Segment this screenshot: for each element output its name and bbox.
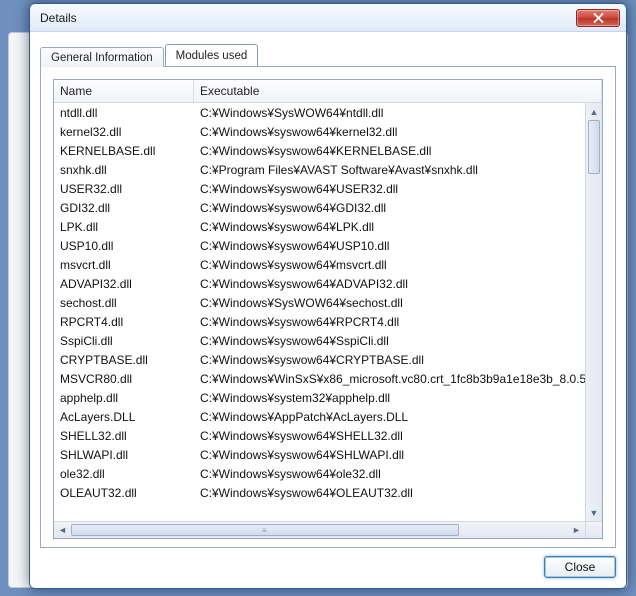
table-row[interactable]: ADVAPI32.dllC:¥Windows¥syswow64¥ADVAPI32… xyxy=(54,274,585,293)
cell-name: kernel32.dll xyxy=(54,125,194,139)
table-row[interactable]: ntdll.dllC:¥Windows¥SysWOW64¥ntdll.dll xyxy=(54,103,585,122)
vscroll-track[interactable] xyxy=(586,120,602,504)
close-button[interactable]: Close xyxy=(544,556,616,578)
cell-executable: C:¥Windows¥syswow64¥kernel32.dll xyxy=(194,125,585,139)
cell-name: OLEAUT32.dll xyxy=(54,486,194,500)
tab-label: Modules used xyxy=(176,50,248,62)
table-row[interactable]: CRYPTBASE.dllC:¥Windows¥syswow64¥CRYPTBA… xyxy=(54,350,585,369)
tab-general-information[interactable]: General Information xyxy=(40,47,164,67)
table-row[interactable]: MSVCR80.dllC:¥Windows¥WinSxS¥x86_microso… xyxy=(54,369,585,388)
cell-name: sechost.dll xyxy=(54,296,194,310)
table-row[interactable]: USER32.dllC:¥Windows¥syswow64¥USER32.dll xyxy=(54,179,585,198)
cell-executable: C:¥Windows¥syswow64¥USER32.dll xyxy=(194,182,585,196)
table-row[interactable]: ole32.dllC:¥Windows¥syswow64¥ole32.dll xyxy=(54,464,585,483)
hscroll-track[interactable]: ≡ xyxy=(71,522,568,538)
cell-executable: C:¥Windows¥syswow64¥msvcrt.dll xyxy=(194,258,585,272)
cell-executable: C:¥Windows¥SysWOW64¥ntdll.dll xyxy=(194,106,585,120)
cell-name: CRYPTBASE.dll xyxy=(54,353,194,367)
details-dialog: Details General Information Modules used… xyxy=(29,3,627,589)
window-title: Details xyxy=(40,11,576,25)
cell-name: SHELL32.dll xyxy=(54,429,194,443)
dialog-footer: Close xyxy=(40,548,616,578)
scroll-down-icon[interactable]: ▼ xyxy=(586,504,602,521)
list-body: ntdll.dllC:¥Windows¥SysWOW64¥ntdll.dllke… xyxy=(54,103,602,521)
cell-executable: C:¥Windows¥syswow64¥OLEAUT32.dll xyxy=(194,486,585,500)
table-row[interactable]: LPK.dllC:¥Windows¥syswow64¥LPK.dll xyxy=(54,217,585,236)
table-row[interactable]: sechost.dllC:¥Windows¥SysWOW64¥sechost.d… xyxy=(54,293,585,312)
cell-name: ole32.dll xyxy=(54,467,194,481)
tab-label: General Information xyxy=(51,52,153,64)
cell-executable: C:¥Windows¥syswow64¥SHLWAPI.dll xyxy=(194,448,585,462)
cell-name: GDI32.dll xyxy=(54,201,194,215)
horizontal-scrollbar[interactable]: ◄ ≡ ► xyxy=(54,521,602,538)
cell-executable: C:¥Windows¥syswow64¥RPCRT4.dll xyxy=(194,315,585,329)
client-area: General Information Modules used Name Ex… xyxy=(30,32,626,588)
cell-executable: C:¥Windows¥syswow64¥ole32.dll xyxy=(194,467,585,481)
modules-listview[interactable]: Name Executable ntdll.dllC:¥Windows¥SysW… xyxy=(53,79,603,539)
cell-name: ADVAPI32.dll xyxy=(54,277,194,291)
table-row[interactable]: USP10.dllC:¥Windows¥syswow64¥USP10.dll xyxy=(54,236,585,255)
table-row[interactable]: SspiCli.dllC:¥Windows¥syswow64¥SspiCli.d… xyxy=(54,331,585,350)
table-row[interactable]: SHELL32.dllC:¥Windows¥syswow64¥SHELL32.d… xyxy=(54,426,585,445)
cell-executable: C:¥Windows¥syswow64¥KERNELBASE.dll xyxy=(194,144,585,158)
cell-executable: C:¥Windows¥syswow64¥SspiCli.dll xyxy=(194,334,585,348)
cell-executable: C:¥Windows¥syswow64¥CRYPTBASE.dll xyxy=(194,353,585,367)
cell-name: msvcrt.dll xyxy=(54,258,194,272)
cell-executable: C:¥Windows¥syswow64¥SHELL32.dll xyxy=(194,429,585,443)
table-row[interactable]: apphelp.dllC:¥Windows¥system32¥apphelp.d… xyxy=(54,388,585,407)
scroll-left-icon[interactable]: ◄ xyxy=(54,522,71,538)
vscroll-thumb[interactable] xyxy=(588,120,600,174)
cell-executable: C:¥Program Files¥AVAST Software¥Avast¥sn… xyxy=(194,163,585,177)
hscroll-thumb[interactable]: ≡ xyxy=(71,524,459,536)
table-row[interactable]: OLEAUT32.dllC:¥Windows¥syswow64¥OLEAUT32… xyxy=(54,483,585,502)
table-row[interactable]: SHLWAPI.dllC:¥Windows¥syswow64¥SHLWAPI.d… xyxy=(54,445,585,464)
column-header-executable[interactable]: Executable xyxy=(194,80,602,102)
column-header-name[interactable]: Name xyxy=(54,80,194,102)
close-icon xyxy=(593,13,604,23)
table-row[interactable]: msvcrt.dllC:¥Windows¥syswow64¥msvcrt.dll xyxy=(54,255,585,274)
cell-executable: C:¥Windows¥SysWOW64¥sechost.dll xyxy=(194,296,585,310)
list-header: Name Executable xyxy=(54,80,602,103)
cell-executable: C:¥Windows¥syswow64¥USP10.dll xyxy=(194,239,585,253)
table-row[interactable]: AcLayers.DLLC:¥Windows¥AppPatch¥AcLayers… xyxy=(54,407,585,426)
cell-name: SspiCli.dll xyxy=(54,334,194,348)
table-row[interactable]: kernel32.dllC:¥Windows¥syswow64¥kernel32… xyxy=(54,122,585,141)
window-close-button[interactable] xyxy=(576,9,620,27)
cell-name: MSVCR80.dll xyxy=(54,372,194,386)
table-row[interactable]: snxhk.dllC:¥Program Files¥AVAST Software… xyxy=(54,160,585,179)
cell-name: apphelp.dll xyxy=(54,391,194,405)
cell-name: AcLayers.DLL xyxy=(54,410,194,424)
cell-executable: C:¥Windows¥system32¥apphelp.dll xyxy=(194,391,585,405)
vertical-scrollbar[interactable]: ▲ ▼ xyxy=(585,103,602,521)
cell-name: USP10.dll xyxy=(54,239,194,253)
cell-name: SHLWAPI.dll xyxy=(54,448,194,462)
scroll-up-icon[interactable]: ▲ xyxy=(586,103,602,120)
cell-name: KERNELBASE.dll xyxy=(54,144,194,158)
cell-name: ntdll.dll xyxy=(54,106,194,120)
cell-executable: C:¥Windows¥syswow64¥ADVAPI32.dll xyxy=(194,277,585,291)
scroll-corner xyxy=(585,522,602,538)
cell-name: LPK.dll xyxy=(54,220,194,234)
cell-name: USER32.dll xyxy=(54,182,194,196)
tab-panel-modules: Name Executable ntdll.dllC:¥Windows¥SysW… xyxy=(40,66,616,548)
cell-name: RPCRT4.dll xyxy=(54,315,194,329)
cell-executable: C:¥Windows¥AppPatch¥AcLayers.DLL xyxy=(194,410,585,424)
table-row[interactable]: KERNELBASE.dllC:¥Windows¥syswow64¥KERNEL… xyxy=(54,141,585,160)
tab-modules-used[interactable]: Modules used xyxy=(165,44,259,66)
button-label: Close xyxy=(565,560,596,574)
tabstrip: General Information Modules used xyxy=(40,42,616,66)
cell-name: snxhk.dll xyxy=(54,163,194,177)
cell-executable: C:¥Windows¥syswow64¥LPK.dll xyxy=(194,220,585,234)
table-row[interactable]: RPCRT4.dllC:¥Windows¥syswow64¥RPCRT4.dll xyxy=(54,312,585,331)
scroll-right-icon[interactable]: ► xyxy=(568,522,585,538)
cell-executable: C:¥Windows¥syswow64¥GDI32.dll xyxy=(194,201,585,215)
cell-executable: C:¥Windows¥WinSxS¥x86_microsoft.vc80.crt… xyxy=(194,372,585,386)
table-row[interactable]: GDI32.dllC:¥Windows¥syswow64¥GDI32.dll xyxy=(54,198,585,217)
titlebar[interactable]: Details xyxy=(30,4,626,32)
